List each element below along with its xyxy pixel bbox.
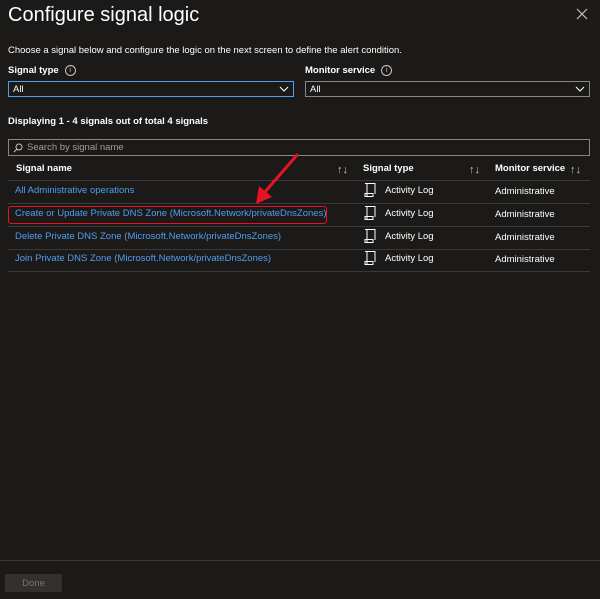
signal-type-label: Signal type i	[8, 65, 76, 76]
signal-name-link[interactable]: Delete Private DNS Zone (Microsoft.Netwo…	[15, 231, 281, 242]
info-icon[interactable]: i	[64, 65, 76, 76]
signal-type-text: Activity Log	[385, 230, 434, 242]
search-icon	[13, 143, 23, 152]
signal-type-cell: Activity Log	[363, 182, 434, 198]
column-header-monitor-service[interactable]: Monitor service	[495, 163, 565, 177]
chevron-down-icon	[279, 86, 289, 92]
row-divider	[8, 271, 590, 272]
page-title: Configure signal logic	[8, 4, 200, 26]
activity-log-scroll-icon	[364, 229, 376, 243]
signal-name-link[interactable]: Join Private DNS Zone (Microsoft.Network…	[15, 253, 271, 264]
activity-log-scroll-icon	[364, 183, 376, 197]
info-icon[interactable]: i	[381, 65, 393, 76]
signal-type-dropdown[interactable]: All	[8, 81, 294, 97]
table-row[interactable]: Delete Private DNS Zone (Microsoft.Netwo…	[8, 227, 590, 249]
signal-type-text: Activity Log	[385, 207, 434, 219]
monitor-service-cell: Administrative	[495, 209, 555, 220]
annotation-arrow-icon	[256, 153, 299, 204]
monitor-service-value: All	[310, 83, 321, 95]
monitor-service-cell: Administrative	[495, 232, 555, 243]
column-header-signal-type[interactable]: Signal type	[363, 163, 414, 177]
monitor-service-label: Monitor service i	[305, 65, 393, 76]
activity-log-scroll-icon	[364, 251, 376, 265]
signal-type-label-text: Signal type	[8, 65, 59, 76]
signal-type-cell: Activity Log	[363, 250, 434, 266]
result-count: Displaying 1 - 4 signals out of total 4 …	[8, 116, 209, 127]
done-button[interactable]: Done	[5, 574, 62, 592]
table-row[interactable]: Join Private DNS Zone (Microsoft.Network…	[8, 249, 590, 271]
column-header-signal-name[interactable]: Signal name	[16, 163, 72, 177]
signal-type-cell: Activity Log	[363, 205, 434, 221]
signal-type-text: Activity Log	[385, 184, 434, 196]
signal-type-cell: Activity Log	[363, 228, 434, 244]
sort-icon[interactable]: ↑↓	[570, 164, 581, 176]
monitor-service-cell: Administrative	[495, 254, 555, 265]
description-text: Choose a signal below and configure the …	[8, 45, 402, 56]
monitor-service-dropdown[interactable]: All	[305, 81, 590, 97]
footer-divider	[0, 560, 600, 561]
chevron-down-icon	[575, 86, 585, 92]
signal-type-text: Activity Log	[385, 252, 434, 264]
sort-icon[interactable]: ↑↓	[337, 164, 348, 176]
close-icon[interactable]	[574, 6, 590, 22]
signal-type-value: All	[13, 83, 24, 95]
sort-icon[interactable]: ↑↓	[469, 164, 480, 176]
activity-log-scroll-icon	[364, 206, 376, 220]
monitor-service-label-text: Monitor service	[305, 65, 376, 76]
signal-name-link[interactable]: All Administrative operations	[15, 185, 134, 196]
monitor-service-cell: Administrative	[495, 186, 555, 197]
